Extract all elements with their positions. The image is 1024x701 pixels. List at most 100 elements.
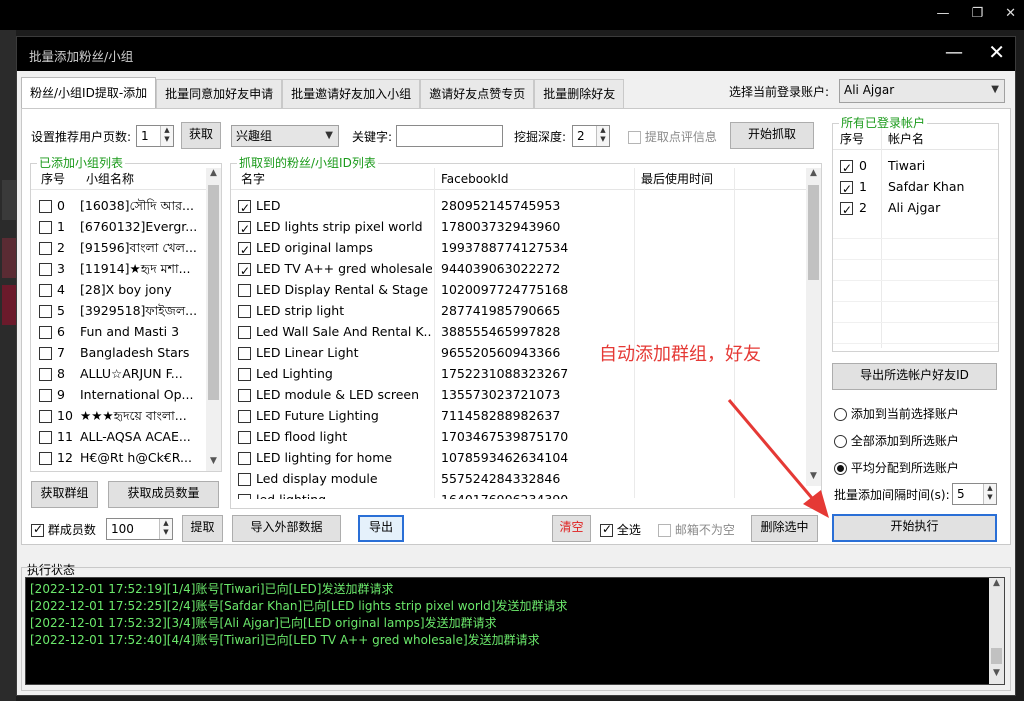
- keyword-input[interactable]: [396, 125, 503, 147]
- get-groups-button[interactable]: 获取群组: [31, 481, 98, 508]
- email-nonempty-checkbox[interactable]: 邮箱不为空: [658, 521, 735, 538]
- list-item[interactable]: 1 [6760132]Evergr...: [31, 216, 206, 237]
- tab-accept-friend-requests[interactable]: 批量同意加好友申请: [156, 79, 283, 109]
- list-item[interactable]: 12 H€@Rt h@Ck€R...: [31, 447, 206, 468]
- spinner-arrows-icon[interactable]: ▲ ▼: [160, 126, 173, 146]
- list-item[interactable]: 5 [3929518]ফাইজল...: [31, 300, 206, 321]
- group-type-select[interactable]: 兴趣组 ▼: [231, 125, 339, 147]
- checkbox-icon[interactable]: [39, 263, 52, 276]
- spinner-arrows-icon[interactable]: ▲ ▼: [159, 519, 172, 539]
- spinner-arrows-icon[interactable]: ▲ ▼: [983, 484, 996, 504]
- account-select[interactable]: Ali Ajgar ▼: [839, 79, 1005, 103]
- checkbox-icon[interactable]: [39, 326, 52, 339]
- spinner-arrows-icon[interactable]: ▲ ▼: [596, 126, 609, 146]
- checkbox-icon[interactable]: [238, 219, 251, 237]
- table-row[interactable]: 2 Ali Ajgar: [833, 197, 998, 218]
- table-row[interactable]: 1 Safdar Khan: [833, 176, 998, 197]
- radio-all-selected[interactable]: 全部添加到所选账户: [834, 432, 959, 449]
- minimize-icon[interactable]: —: [945, 42, 963, 63]
- members-checkbox[interactable]: 群成员数: [31, 521, 96, 538]
- restore-icon[interactable]: ❐: [971, 6, 983, 21]
- start-crawl-button[interactable]: 开始抓取: [730, 122, 814, 149]
- checkbox-icon[interactable]: [238, 431, 251, 444]
- checkbox-icon[interactable]: [238, 473, 251, 486]
- groups-scrollbar[interactable]: ▲ ▼: [206, 168, 221, 471]
- scroll-down-icon[interactable]: ▼: [206, 456, 221, 471]
- checkbox-icon[interactable]: [39, 389, 52, 402]
- tab-delete-friends[interactable]: 批量删除好友: [534, 79, 625, 109]
- table-row[interactable]: LED lights strip pixel world 178003732943…: [231, 216, 806, 237]
- checkbox-icon[interactable]: [658, 524, 671, 537]
- scroll-thumb[interactable]: [208, 185, 219, 400]
- checkbox-icon[interactable]: [238, 452, 251, 465]
- checkbox-icon[interactable]: [31, 522, 44, 537]
- table-row[interactable]: LED original lamps 1993788774127534: [231, 237, 806, 258]
- checkbox-icon[interactable]: [238, 284, 251, 297]
- export-button[interactable]: 导出: [358, 515, 404, 542]
- list-item[interactable]: 3 [11914]★হৃদ মশা...: [31, 258, 206, 279]
- tab-invite-like-page[interactable]: 邀请好友点赞专页: [420, 79, 535, 109]
- checkbox-icon[interactable]: [628, 131, 641, 144]
- list-item[interactable]: 10 ★★★হৃদয়ে বাংলা...: [31, 405, 206, 426]
- checkbox-icon[interactable]: [840, 200, 853, 218]
- checkbox-icon[interactable]: [39, 284, 52, 297]
- checkbox-icon[interactable]: [238, 368, 251, 381]
- minimize-icon[interactable]: —: [936, 6, 949, 21]
- fetch-button[interactable]: 获取: [181, 122, 221, 149]
- table-row[interactable]: LED 280952145745953: [231, 195, 806, 216]
- depth-spinner[interactable]: 2 ▲ ▼: [572, 125, 610, 147]
- tab-fans-group-extract[interactable]: 粉丝/小组ID提取-添加: [21, 77, 157, 109]
- list-item[interactable]: 11 ALL-AQSA ACAE...: [31, 426, 206, 447]
- table-row[interactable]: 0 Tiwari: [833, 155, 998, 176]
- select-all-checkbox[interactable]: 全选: [600, 521, 641, 538]
- scroll-up-icon[interactable]: ▲: [989, 578, 1004, 593]
- checkbox-icon[interactable]: [39, 221, 52, 234]
- list-item[interactable]: 7 Bangladesh Stars: [31, 342, 206, 363]
- get-members-button[interactable]: 获取成员数量: [108, 481, 219, 508]
- list-item[interactable]: 6 Fun and Masti 3: [31, 321, 206, 342]
- checkbox-icon[interactable]: [238, 326, 251, 339]
- checkbox-icon[interactable]: [39, 347, 52, 360]
- table-row[interactable]: Led Wall Sale And Rental K... 38855546599…: [231, 321, 806, 342]
- start-execute-button[interactable]: 开始执行: [832, 514, 997, 542]
- list-item[interactable]: 0 [16038]সৌদি আর...: [31, 195, 206, 216]
- tab-invite-friends-group[interactable]: 批量邀请好友加入小组: [282, 79, 421, 109]
- list-item[interactable]: 9 International Op...: [31, 384, 206, 405]
- checkbox-icon[interactable]: [238, 494, 251, 499]
- scroll-up-icon[interactable]: ▲: [806, 168, 821, 183]
- checkbox-icon[interactable]: [840, 179, 853, 197]
- scroll-thumb[interactable]: [808, 185, 819, 280]
- list-item[interactable]: 8 ALLU☆ARJUN F...: [31, 363, 206, 384]
- checkbox-icon[interactable]: [238, 347, 251, 360]
- scroll-thumb[interactable]: [991, 648, 1002, 664]
- table-row[interactable]: LED Display Rental & Stage l... 102009772…: [231, 279, 806, 300]
- checkbox-icon[interactable]: [39, 431, 52, 444]
- scroll-down-icon[interactable]: ▼: [989, 668, 1004, 683]
- close-icon[interactable]: ✕: [1005, 6, 1016, 21]
- list-item[interactable]: 2 [91596]বাংলা খেল...: [31, 237, 206, 258]
- table-row[interactable]: LED TV A++ gred wholesale 944039063022272: [231, 258, 806, 279]
- pages-spinner[interactable]: 1 ▲ ▼: [136, 125, 174, 147]
- members-spinner[interactable]: 100 ▲ ▼: [106, 518, 173, 540]
- table-row[interactable]: Led Lighting 1752231088323267: [231, 363, 806, 384]
- checkbox-icon[interactable]: [238, 198, 251, 216]
- interval-spinner[interactable]: 5 ▲ ▼: [952, 483, 997, 505]
- close-icon[interactable]: ✕: [988, 40, 1005, 64]
- checkbox-icon[interactable]: [238, 261, 251, 279]
- table-row[interactable]: LED strip light 287741985790665: [231, 300, 806, 321]
- checkbox-icon[interactable]: [39, 200, 52, 213]
- extract-review-checkbox[interactable]: 提取点评信息: [628, 128, 717, 145]
- checkbox-icon[interactable]: [39, 368, 52, 381]
- radio-current-account[interactable]: 添加到当前选择账户: [834, 405, 959, 422]
- clear-button[interactable]: 清空: [552, 515, 591, 542]
- checkbox-icon[interactable]: [238, 410, 251, 423]
- export-friends-button[interactable]: 导出所选帐户好友ID: [832, 363, 997, 390]
- scroll-up-icon[interactable]: ▲: [206, 168, 221, 183]
- import-button[interactable]: 导入外部数据: [232, 515, 341, 542]
- checkbox-icon[interactable]: [238, 240, 251, 258]
- checkbox-icon[interactable]: [238, 389, 251, 402]
- checkbox-icon[interactable]: [39, 242, 52, 255]
- checkbox-icon[interactable]: [39, 452, 52, 465]
- checkbox-icon[interactable]: [39, 305, 52, 318]
- extract-button[interactable]: 提取: [182, 515, 223, 542]
